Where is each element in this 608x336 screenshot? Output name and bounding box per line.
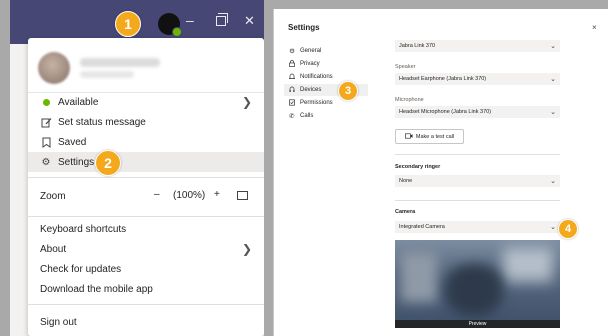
preview-blur-left — [401, 252, 437, 302]
available-status-dot — [172, 27, 182, 37]
nav-privacy-label: Privacy — [300, 61, 320, 67]
secondary-ringer-select[interactable]: None ⌄ — [395, 175, 560, 187]
profile-subtitle-blurred — [80, 71, 134, 78]
section-divider — [395, 154, 560, 155]
chevron-down-icon: ⌄ — [550, 224, 556, 231]
download-mobile-app-label: Download the mobile app — [40, 283, 153, 295]
nav-permissions[interactable]: Permissions — [288, 97, 333, 109]
keyboard-shortcuts-item[interactable]: Keyboard shortcuts — [28, 219, 264, 239]
section-divider — [395, 200, 560, 201]
secondary-ringer-value: None — [399, 178, 413, 184]
microphone-select[interactable]: Headset Microphone (Jabra Link 370) ⌄ — [395, 106, 560, 118]
nav-calls-label: Calls — [300, 113, 314, 119]
gear-icon: ⚙ — [289, 48, 295, 55]
make-test-call-label: Make a test call — [415, 133, 455, 140]
step-badge-1: 1 — [115, 11, 141, 37]
nav-privacy[interactable]: Privacy — [288, 58, 320, 70]
minimize-button[interactable]: – — [186, 12, 194, 28]
teams-window: – ✕ Available ❯ Set status message Saved — [10, 0, 264, 336]
close-button[interactable]: ✕ — [244, 13, 255, 29]
camera-label: Camera — [395, 209, 416, 215]
profile-menu: Available ❯ Set status message Saved ⚙ S… — [28, 38, 264, 336]
camera-value: Integrated Camera — [399, 224, 445, 230]
nav-notifications-label: Notifications — [300, 74, 333, 80]
fit-screen-icon[interactable] — [237, 191, 248, 200]
status-available-item[interactable]: Available ❯ — [28, 92, 264, 112]
chevron-down-icon: ⌄ — [550, 76, 556, 83]
about-item[interactable]: About ❯ — [28, 239, 264, 259]
menu-divider — [28, 177, 264, 178]
check-for-updates-item[interactable]: Check for updates — [28, 259, 264, 279]
step-badge-3: 3 — [338, 81, 358, 101]
audio-device-select[interactable]: Jabra Link 370 ⌄ — [395, 40, 560, 52]
chevron-right-icon: ❯ — [241, 95, 252, 109]
zoom-in-button[interactable]: + — [214, 189, 220, 200]
zoom-label: Zoom — [40, 190, 66, 202]
preview-caption: Preview — [395, 320, 560, 328]
available-dot-icon — [40, 98, 52, 106]
settings-dialog: Settings × ⚙ General Privacy Notificatio… — [273, 9, 608, 336]
settings-label: Settings — [58, 156, 95, 168]
menu-divider — [28, 216, 264, 217]
sign-out-label: Sign out — [40, 316, 77, 328]
gear-icon: ⚙ — [41, 156, 51, 168]
profile-avatar-button[interactable] — [158, 13, 182, 37]
nav-calls[interactable]: ✆ Calls — [288, 110, 313, 122]
settings-title: Settings — [288, 23, 320, 32]
set-status-message-item[interactable]: Set status message — [28, 112, 264, 132]
step-badge-2: 2 — [95, 150, 121, 176]
settings-item[interactable]: ⚙ Settings — [28, 152, 264, 172]
saved-item[interactable]: Saved — [28, 132, 264, 152]
camera-select[interactable]: Integrated Camera ⌄ — [395, 221, 560, 233]
nav-general[interactable]: ⚙ General — [288, 45, 321, 57]
download-mobile-app-item[interactable]: Download the mobile app — [28, 279, 264, 299]
sign-out-item[interactable]: Sign out — [28, 312, 264, 332]
lock-icon — [288, 59, 296, 69]
microphone-label: Microphone — [395, 97, 424, 103]
video-call-icon — [404, 132, 413, 141]
nav-notifications[interactable]: Notifications — [288, 71, 333, 83]
close-dialog-button[interactable]: × — [592, 23, 597, 32]
make-test-call-button[interactable]: Make a test call — [395, 129, 464, 144]
headset-icon — [288, 86, 296, 95]
step-badge-4: 4 — [558, 219, 578, 239]
speaker-value: Headset Earphone (Jabra Link 370) — [399, 76, 487, 82]
zoom-out-button[interactable]: – — [154, 189, 160, 200]
status-label: Available — [58, 96, 99, 108]
menu-divider — [28, 304, 264, 305]
nav-permissions-label: Permissions — [300, 100, 333, 106]
secondary-ringer-label: Secondary ringer — [395, 164, 441, 170]
nav-devices-label: Devices — [300, 87, 322, 93]
preview-blur-window — [503, 248, 553, 282]
camera-preview: Preview — [395, 240, 560, 328]
preview-blur-person — [445, 264, 503, 316]
microphone-value: Headset Microphone (Jabra Link 370) — [399, 109, 492, 115]
set-status-message-label: Set status message — [58, 116, 146, 128]
phone-icon: ✆ — [289, 113, 295, 120]
maximize-button[interactable] — [216, 13, 228, 26]
profile-photo — [38, 52, 70, 84]
chevron-down-icon: ⌄ — [550, 43, 556, 50]
audio-device-value: Jabra Link 370 — [399, 43, 436, 49]
chevron-down-icon: ⌄ — [550, 178, 556, 185]
chevron-down-icon: ⌄ — [550, 109, 556, 116]
keyboard-shortcuts-label: Keyboard shortcuts — [40, 223, 127, 235]
chevron-right-icon: ❯ — [241, 242, 252, 256]
zoom-value: (100%) — [173, 190, 206, 201]
edit-status-icon — [40, 117, 52, 128]
speaker-select[interactable]: Headset Earphone (Jabra Link 370) ⌄ — [395, 73, 560, 85]
saved-label: Saved — [58, 136, 87, 148]
bell-icon — [288, 73, 296, 82]
profile-name-blurred — [80, 58, 160, 67]
profile-header[interactable] — [28, 38, 264, 93]
bookmark-icon — [40, 137, 52, 148]
permissions-icon — [288, 98, 296, 108]
speaker-label: Speaker — [395, 64, 416, 70]
zoom-row: Zoom – (100%) + — [28, 186, 264, 206]
nav-general-label: General — [300, 48, 322, 54]
about-label: About — [40, 243, 67, 255]
check-for-updates-label: Check for updates — [40, 263, 122, 275]
